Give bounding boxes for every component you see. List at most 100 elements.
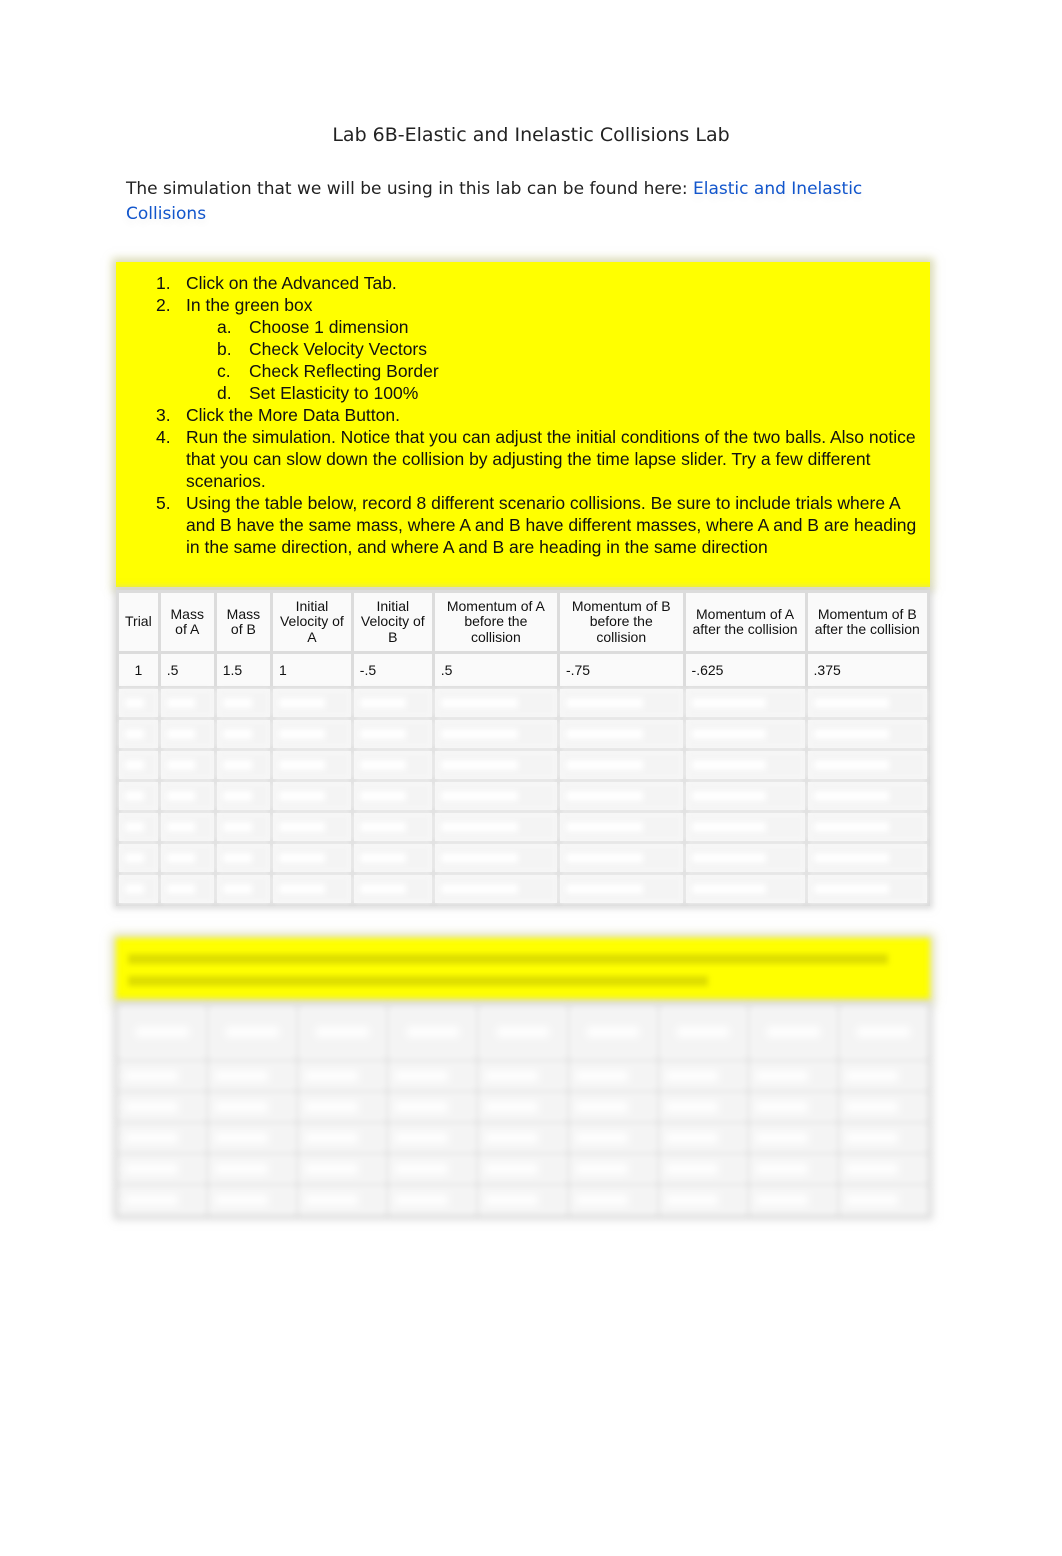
blurred-cell: [116, 779, 161, 813]
blurred-content: [586, 1027, 640, 1038]
blurred-content: [440, 791, 518, 801]
blurred-cell: [206, 1183, 300, 1217]
document-title: Lab 6B-Elastic and Inelastic Collisions …: [332, 124, 730, 146]
blurred-rows: [115, 1004, 931, 1217]
blurred-cell: [270, 810, 354, 844]
blurred-cell: [296, 1183, 390, 1217]
blurred-content: [395, 1133, 448, 1143]
blurred-content: [485, 1133, 538, 1143]
blurred-content: [406, 1027, 460, 1038]
blurred-cell: [836, 1121, 931, 1155]
blurred-cell: [270, 748, 354, 782]
blurred-cell: [296, 1004, 390, 1062]
blurred-cell: [656, 1059, 750, 1093]
blurred-content: [305, 1071, 358, 1081]
blurred-cell: [556, 841, 686, 875]
blurred-cell: [213, 841, 274, 875]
blurred-content: [279, 760, 326, 770]
blurred-content: [813, 760, 889, 770]
blurred-cell: [213, 748, 274, 782]
blurred-content: [845, 1133, 899, 1143]
blurred-text-line: [128, 976, 708, 986]
blurred-row: [116, 717, 931, 751]
blurred-cell: [157, 717, 217, 751]
header-cell: Momentum of A after the collision: [682, 590, 808, 654]
blurred-content: [845, 1102, 899, 1112]
blurred-content: [665, 1071, 719, 1081]
blurred-content: [440, 729, 518, 739]
blurred-cell: [270, 872, 354, 906]
blurred-content: [125, 1133, 178, 1143]
blurred-content: [485, 1195, 538, 1205]
blurred-cell: [476, 1090, 570, 1124]
blurred-cell: [206, 1090, 300, 1124]
instructions-list: 1. Click on the Advanced Tab. 2. In the gr…: [116, 262, 930, 558]
blurred-cell: [157, 841, 217, 875]
blurred-cell: [431, 841, 560, 875]
blurred-content: [305, 1164, 358, 1174]
header-cell: Momentum of B before the collision: [556, 590, 686, 654]
blurred-data-table: [115, 1004, 931, 1217]
blurred-content: [755, 1164, 809, 1174]
blurred-cell: [682, 748, 808, 782]
blurred-cell: [157, 872, 217, 906]
blurred-content: [125, 729, 144, 739]
blurred-content: [166, 698, 196, 708]
blurred-cell: [386, 1121, 480, 1155]
blurred-row: [116, 686, 931, 720]
blurred-cell: [836, 1152, 931, 1186]
table-cell: .5: [157, 651, 217, 689]
blurred-content: [565, 853, 644, 863]
blurred-cell: [746, 1121, 840, 1155]
table-cell: -.75: [556, 651, 686, 689]
blurred-content: [222, 729, 252, 739]
blurred-content: [845, 1195, 899, 1205]
blurred-content: [226, 1027, 279, 1038]
blurred-cell: [656, 1121, 750, 1155]
blurred-content: [395, 1164, 448, 1174]
blurred-content: [565, 884, 644, 894]
blurred-cell: [682, 872, 808, 906]
blurred-cell: [270, 717, 354, 751]
blurred-content: [813, 884, 889, 894]
header-cell: Momentum of B after the collision: [804, 590, 931, 654]
blurred-cell: [157, 686, 217, 720]
blurred-cell: [804, 717, 931, 751]
blurred-cell: [296, 1059, 390, 1093]
instruction-item: 4. Run the simulation. Notice that you ca…: [156, 427, 916, 491]
blurred-content: [215, 1164, 268, 1174]
blurred-rows: [116, 686, 931, 906]
blurred-content: [575, 1195, 629, 1205]
blurred-content: [813, 729, 889, 739]
blurred-content: [485, 1071, 538, 1081]
header-cell: Mass of B: [213, 590, 274, 654]
blurred-content: [305, 1133, 358, 1143]
blurred-content: [166, 760, 196, 770]
instruction-item: 3. Click the More Data Button.: [156, 405, 400, 425]
blurred-content: [125, 1071, 178, 1081]
blurred-cell: [386, 1152, 480, 1186]
header-cell: Momentum of A before the collision: [431, 590, 560, 654]
blurred-row: [115, 1183, 931, 1217]
blurred-row: [116, 810, 931, 844]
blurred-cell: [350, 872, 435, 906]
blurred-content: [279, 853, 326, 863]
blurred-content: [665, 1133, 719, 1143]
blurred-content: [279, 729, 326, 739]
blurred-content: [665, 1164, 719, 1174]
table-cell: 1.5: [213, 651, 274, 689]
blurred-cell: [386, 1183, 480, 1217]
blurred-cell: [804, 779, 931, 813]
blurred-content: [125, 884, 144, 894]
header-cell: Trial: [116, 590, 161, 654]
blurred-content: [691, 698, 767, 708]
blurred-cell: [206, 1004, 300, 1062]
header-cell: Initial Velocity of A: [270, 590, 354, 654]
blurred-cell: [746, 1059, 840, 1093]
blurred-cell: [682, 779, 808, 813]
blurred-cell: [804, 748, 931, 782]
blurred-content: [215, 1071, 268, 1081]
blurred-content: [166, 884, 196, 894]
blurred-content: [215, 1133, 268, 1143]
blurred-row: [116, 841, 931, 875]
